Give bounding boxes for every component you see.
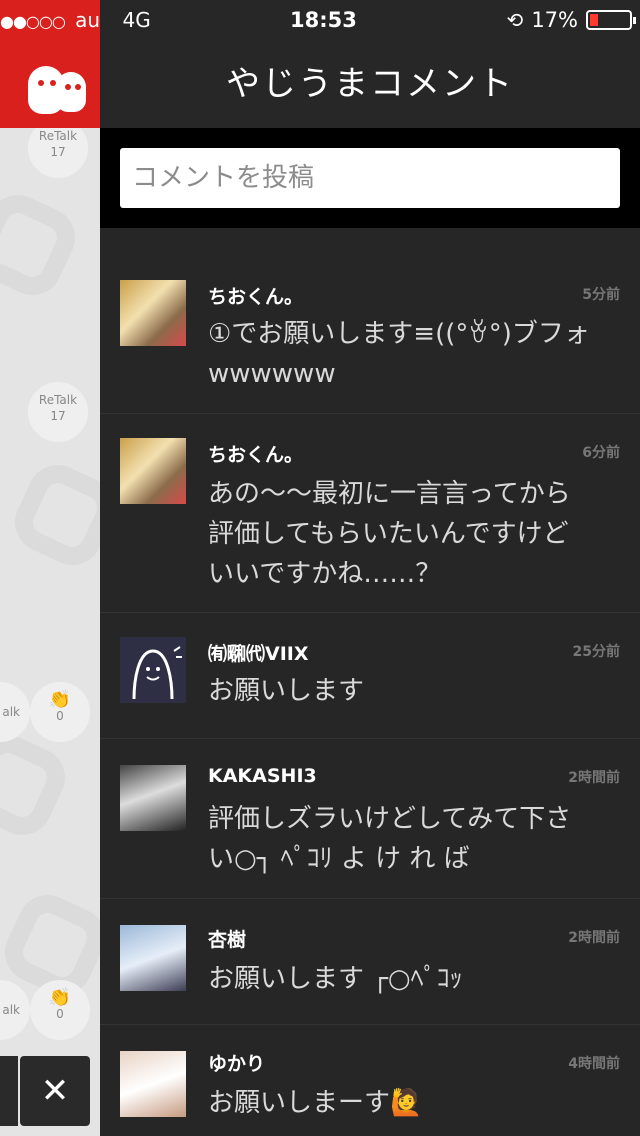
comment-author[interactable]: 杏樹 <box>208 925 246 952</box>
default-avatar-icon <box>132 646 182 700</box>
comment-author[interactable]: ㈲㍼㈹VIIX <box>208 639 309 666</box>
comment-time: 5分前 <box>582 287 620 303</box>
status-time: 18:53 <box>290 8 357 32</box>
avatar[interactable] <box>120 637 186 703</box>
status-left: ●●○○○ au 4G <box>0 8 151 32</box>
comment-input-area <box>100 128 640 228</box>
clap-icon: 👏 <box>48 689 72 710</box>
comment-item[interactable]: ㈲㍼㈹VIIX 25分前 お願いします <box>100 613 640 739</box>
talk-label: alk <box>2 1003 20 1017</box>
avatar[interactable] <box>120 438 186 504</box>
comment-item[interactable]: ちおくん。 6分前 あの〜〜最初に一言言ってから 評価してもらいたいんですけど … <box>100 414 640 613</box>
comment-author[interactable]: ちおくん。 <box>208 440 303 467</box>
comment-item[interactable]: 杏樹 2時間前 お願いします ┌○ﾍﾟｺｯ <box>100 899 640 1025</box>
rotation-lock-icon: ⟲ <box>506 8 524 32</box>
comment-author[interactable]: ちおくん。 <box>208 282 303 309</box>
comment-input[interactable] <box>120 148 620 208</box>
comment-text: ①でお願いします≡((°ꈊ°)ブフォ wwwwww <box>208 319 590 389</box>
close-icon: ✕ <box>40 1071 70 1111</box>
comment-text: お願いしまーす🙋 <box>208 1088 423 1118</box>
comment-text: お願いします ┌○ﾍﾟｺｯ <box>208 964 463 994</box>
avatar[interactable] <box>120 925 186 991</box>
comment-text: あの〜〜最初に一言言ってから 評価してもらいたいんですけど いいですかね……？ <box>208 479 571 589</box>
retalk-count: 17 <box>50 145 66 159</box>
comment-time: 2時間前 <box>568 930 620 946</box>
avatar[interactable] <box>120 280 186 346</box>
comment-time: 4時間前 <box>568 1056 620 1072</box>
retalk-count: 17 <box>50 409 66 423</box>
carrier-label: au <box>75 8 101 32</box>
retalk-button[interactable]: ReTalk 17 <box>28 382 88 442</box>
clap-icon: 👏 <box>48 987 72 1008</box>
page-title: やじうまコメント <box>100 40 640 128</box>
side-panel: ReTalk 17 ReTalk 17 alk 👏 0 alk 👏 0 ✕ <box>0 0 100 1136</box>
status-bar: ●●○○○ au 4G 18:53 ⟲ 17% <box>0 0 640 40</box>
clap-button[interactable]: 👏 0 <box>30 682 90 742</box>
comment-text: お願いします <box>208 676 365 706</box>
signal-icon: ●●○○○ <box>0 12 66 31</box>
battery-percent: 17% <box>531 8 578 32</box>
comment-time: 25分前 <box>572 644 620 660</box>
comment-time: 6分前 <box>582 445 620 461</box>
clap-count: 0 <box>56 1007 64 1021</box>
clap-count: 0 <box>56 709 64 723</box>
comment-text: 評価しズラいけどしてみて下さ い○┐ ﾍﾟｺﾘ よ け れ ば <box>208 804 572 874</box>
logo-ghost-icon <box>56 72 86 112</box>
comment-item[interactable]: ゆかり 4時間前 お願いしまーす🙋 <box>100 1025 640 1136</box>
comment-item[interactable]: ちおくん。 5分前 ①でお願いします≡((°ꈊ°)ブフォ wwwwww <box>100 228 640 414</box>
comment-list[interactable]: ちおくん。 5分前 ①でお願いします≡((°ꈊ°)ブフォ wwwwww ちおくん… <box>100 228 640 1136</box>
close-button[interactable]: ✕ <box>20 1056 90 1126</box>
avatar[interactable] <box>120 765 186 831</box>
retalk-label: ReTalk <box>38 393 78 407</box>
network-label: 4G <box>122 8 151 32</box>
clap-button[interactable]: 👏 0 <box>30 980 90 1040</box>
talk-button[interactable]: alk <box>0 682 30 742</box>
avatar[interactable] <box>120 1051 186 1117</box>
comment-time: 2時間前 <box>568 770 620 786</box>
panel-edge <box>0 1056 18 1126</box>
comment-author[interactable]: KAKASHI3 <box>208 765 317 787</box>
talk-label: alk <box>2 705 20 719</box>
comment-author[interactable]: ゆかり <box>208 1049 265 1076</box>
status-right: ⟲ 17% <box>506 8 636 32</box>
battery-icon <box>586 10 636 30</box>
talk-button[interactable]: alk <box>0 980 30 1040</box>
app-root: ReTalk 17 ReTalk 17 alk 👏 0 alk 👏 0 ✕ ●●… <box>0 0 640 1136</box>
retalk-label: ReTalk <box>38 129 78 143</box>
comment-item[interactable]: KAKASHI3 2時間前 評価しズラいけどしてみて下さ い○┐ ﾍﾟｺﾘ よ … <box>100 739 640 899</box>
